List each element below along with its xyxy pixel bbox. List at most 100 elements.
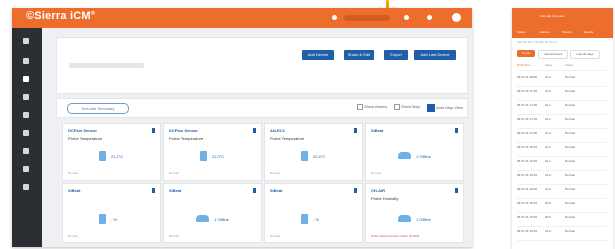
table-row[interactable]: 06.07.21 16:30 21.1 Normal [517,156,607,171]
export-button[interactable]: Export [384,50,408,60]
device-card[interactable]: AN-EC1 Probe Temperature 20.4°C Normal [264,123,363,181]
card-menu-icon[interactable] [253,188,256,193]
sidebar-item-users[interactable] [23,148,29,154]
device-card[interactable]: SiBeat - % Normal [62,183,161,243]
mobile-tab[interactable]: Trends [562,30,571,34]
card-value: - % [313,217,319,222]
user-menu[interactable] [344,15,390,21]
search-input[interactable] [69,63,144,68]
table-row[interactable]: 06.07.21 16:00 21.0 Normal [517,184,607,199]
card-value: 20.4°C [313,154,326,159]
top-navigation-bar: ©Sierra iCM° [12,8,472,28]
mobile-tab[interactable]: Events [584,30,593,34]
share-edit-button[interactable]: Share & Edit [344,50,374,60]
card-status: Normal [270,234,280,238]
sidebar-item-settings[interactable] [23,166,29,172]
mobile-tab[interactable]: Status [517,30,526,34]
card-menu-icon[interactable] [455,128,458,133]
app-logo: ©Sierra iCM° [26,10,96,22]
card-subtitle: Probe Humidity [371,196,399,201]
sidebar-item-dashboard[interactable] [23,38,29,44]
card-title: SiBeat [371,128,384,133]
signal-icon [398,215,411,222]
chip-last-24-hours[interactable]: Last 24 hours [538,50,568,59]
show-map-option[interactable]: Show Map [394,104,420,110]
table-row[interactable]: 06.07.21 17:30 21.1 Normal [517,100,607,115]
table-row[interactable]: 06.07.21 17:00 21.3 Normal [517,128,607,143]
mobile-tab-bar: Status Alarms Trends Events [512,28,613,38]
card-value: 1 Offline [416,154,431,159]
sidebar-item-sites[interactable] [23,58,29,64]
card-title: SiBeat [68,188,81,193]
user-icon[interactable] [404,15,409,20]
bell-icon[interactable] [332,15,337,20]
chip-last-30-days[interactable]: Last 30 days [570,50,600,59]
device-card[interactable]: CH-AIR Probe Humidity 1 Offline Probe Di… [365,183,464,243]
card-menu-icon[interactable] [455,188,458,193]
card-menu-icon[interactable] [253,128,256,133]
table-row[interactable]: 06.07.21 17:45 21.0 Normal [517,86,607,101]
table-row[interactable]: 06.07.21 15:30 20.9 Normal [517,212,607,227]
settings-icon[interactable] [427,15,432,20]
mobile-filter[interactable]: Site ID: ALL ▾ Probe ID: ALL ▾ [517,40,607,46]
tab-sub-site-summary[interactable]: Sub-site Summary [67,103,129,114]
card-menu-icon[interactable] [152,188,155,193]
card-status: Normal [169,171,179,175]
thermometer-icon [301,151,308,161]
device-card[interactable]: SiBeat - % Normal [264,183,363,243]
card-menu-icon[interactable] [354,188,357,193]
card-menu-icon[interactable] [354,128,357,133]
signal-icon [196,215,209,222]
desktop-app-window: ©Sierra iCM° Add Device Share & Edit Exp… [12,8,472,247]
card-menu-icon[interactable] [152,128,155,133]
card-title: SiBeat [169,188,182,193]
thermometer-icon [99,151,106,161]
device-card[interactable]: DCPlus Sensor Probe Temperature 22.0°C N… [163,123,262,181]
card-value: 1 Offline [214,217,229,222]
sidebar-item-reports[interactable] [23,112,29,118]
card-subtitle: Probe Temperature [270,136,305,141]
device-card[interactable]: DCPlus Sensor Probe Temperature 21.2°C N… [62,123,161,181]
card-value: 21.2°C [111,154,124,159]
sidebar-item-help[interactable] [23,184,29,190]
profile-avatar[interactable] [452,13,461,22]
battery-icon [301,214,308,224]
table-row[interactable]: 06.07.21 18:00 21.2 Normal [517,72,607,87]
mobile-title: Sub-site Overview [540,14,565,18]
show-alarms-option[interactable]: Show Alarms [357,104,387,110]
add-last-device-button[interactable]: Add Last Device [414,50,456,60]
battery-icon [99,214,106,224]
device-card[interactable]: SiBeat 1 Offline Normal [163,183,262,243]
card-title: AN-EC1 [270,128,285,133]
table-row[interactable]: 06.07.21 15:45 20.9 Normal [517,198,607,213]
mobile-tab[interactable]: Alarms [540,30,549,34]
mobile-header: Sub-site Overview [512,8,613,28]
sidebar-item-devices[interactable] [23,130,29,136]
checkbox-checked-icon[interactable] [427,104,435,112]
card-value: 1 Offline [416,217,431,222]
table-row[interactable]: 06.07.21 16:15 21.0 Normal [517,170,607,185]
table-row[interactable]: 06.07.21 17:15 21.2 Normal [517,114,607,129]
signal-icon [398,152,411,159]
table-row[interactable]: 06.07.21 16:45 21.2 Normal [517,142,607,157]
mobile-table-header: Date/Time Value Status [517,62,607,71]
chip-trends[interactable]: Trends [517,50,535,57]
add-device-button[interactable]: Add Device [302,50,334,60]
header-panel: Add Device Share & Edit Export Add Last … [56,37,468,94]
card-value: 22.0°C [212,154,225,159]
sidebar-item-overview[interactable] [23,76,29,82]
card-value: - % [111,217,117,222]
auto-map-view-option[interactable]: Auto Map View [427,104,463,112]
sidebar-item-alarms[interactable] [23,94,29,100]
card-subtitle: Probe Temperature [68,136,103,141]
checkbox-icon[interactable] [394,104,400,110]
checkbox-icon[interactable] [357,104,363,110]
device-card[interactable]: SiBeat 1 Offline Normal [365,123,464,181]
card-subtitle: Probe Temperature [169,136,204,141]
card-status: Normal [68,171,78,175]
card-title: CH-AIR [371,188,385,193]
card-status: Normal [371,171,381,175]
sidebar [12,28,42,247]
table-row[interactable]: 06.07.21 15:15 21.0 Normal [517,226,607,241]
mobile-app-view: Sub-site Overview Status Alarms Trends E… [512,8,613,249]
